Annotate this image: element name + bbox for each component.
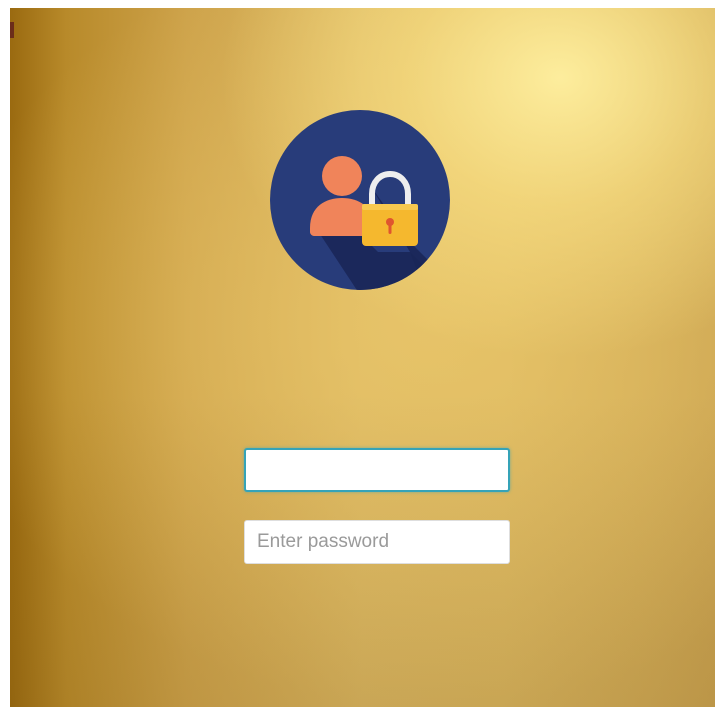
login-screen [10,8,715,707]
login-form [244,448,510,564]
user-lock-icon [270,110,450,290]
username-field[interactable] [244,448,510,492]
password-field[interactable] [244,520,510,564]
window-edge-mark [10,22,14,38]
